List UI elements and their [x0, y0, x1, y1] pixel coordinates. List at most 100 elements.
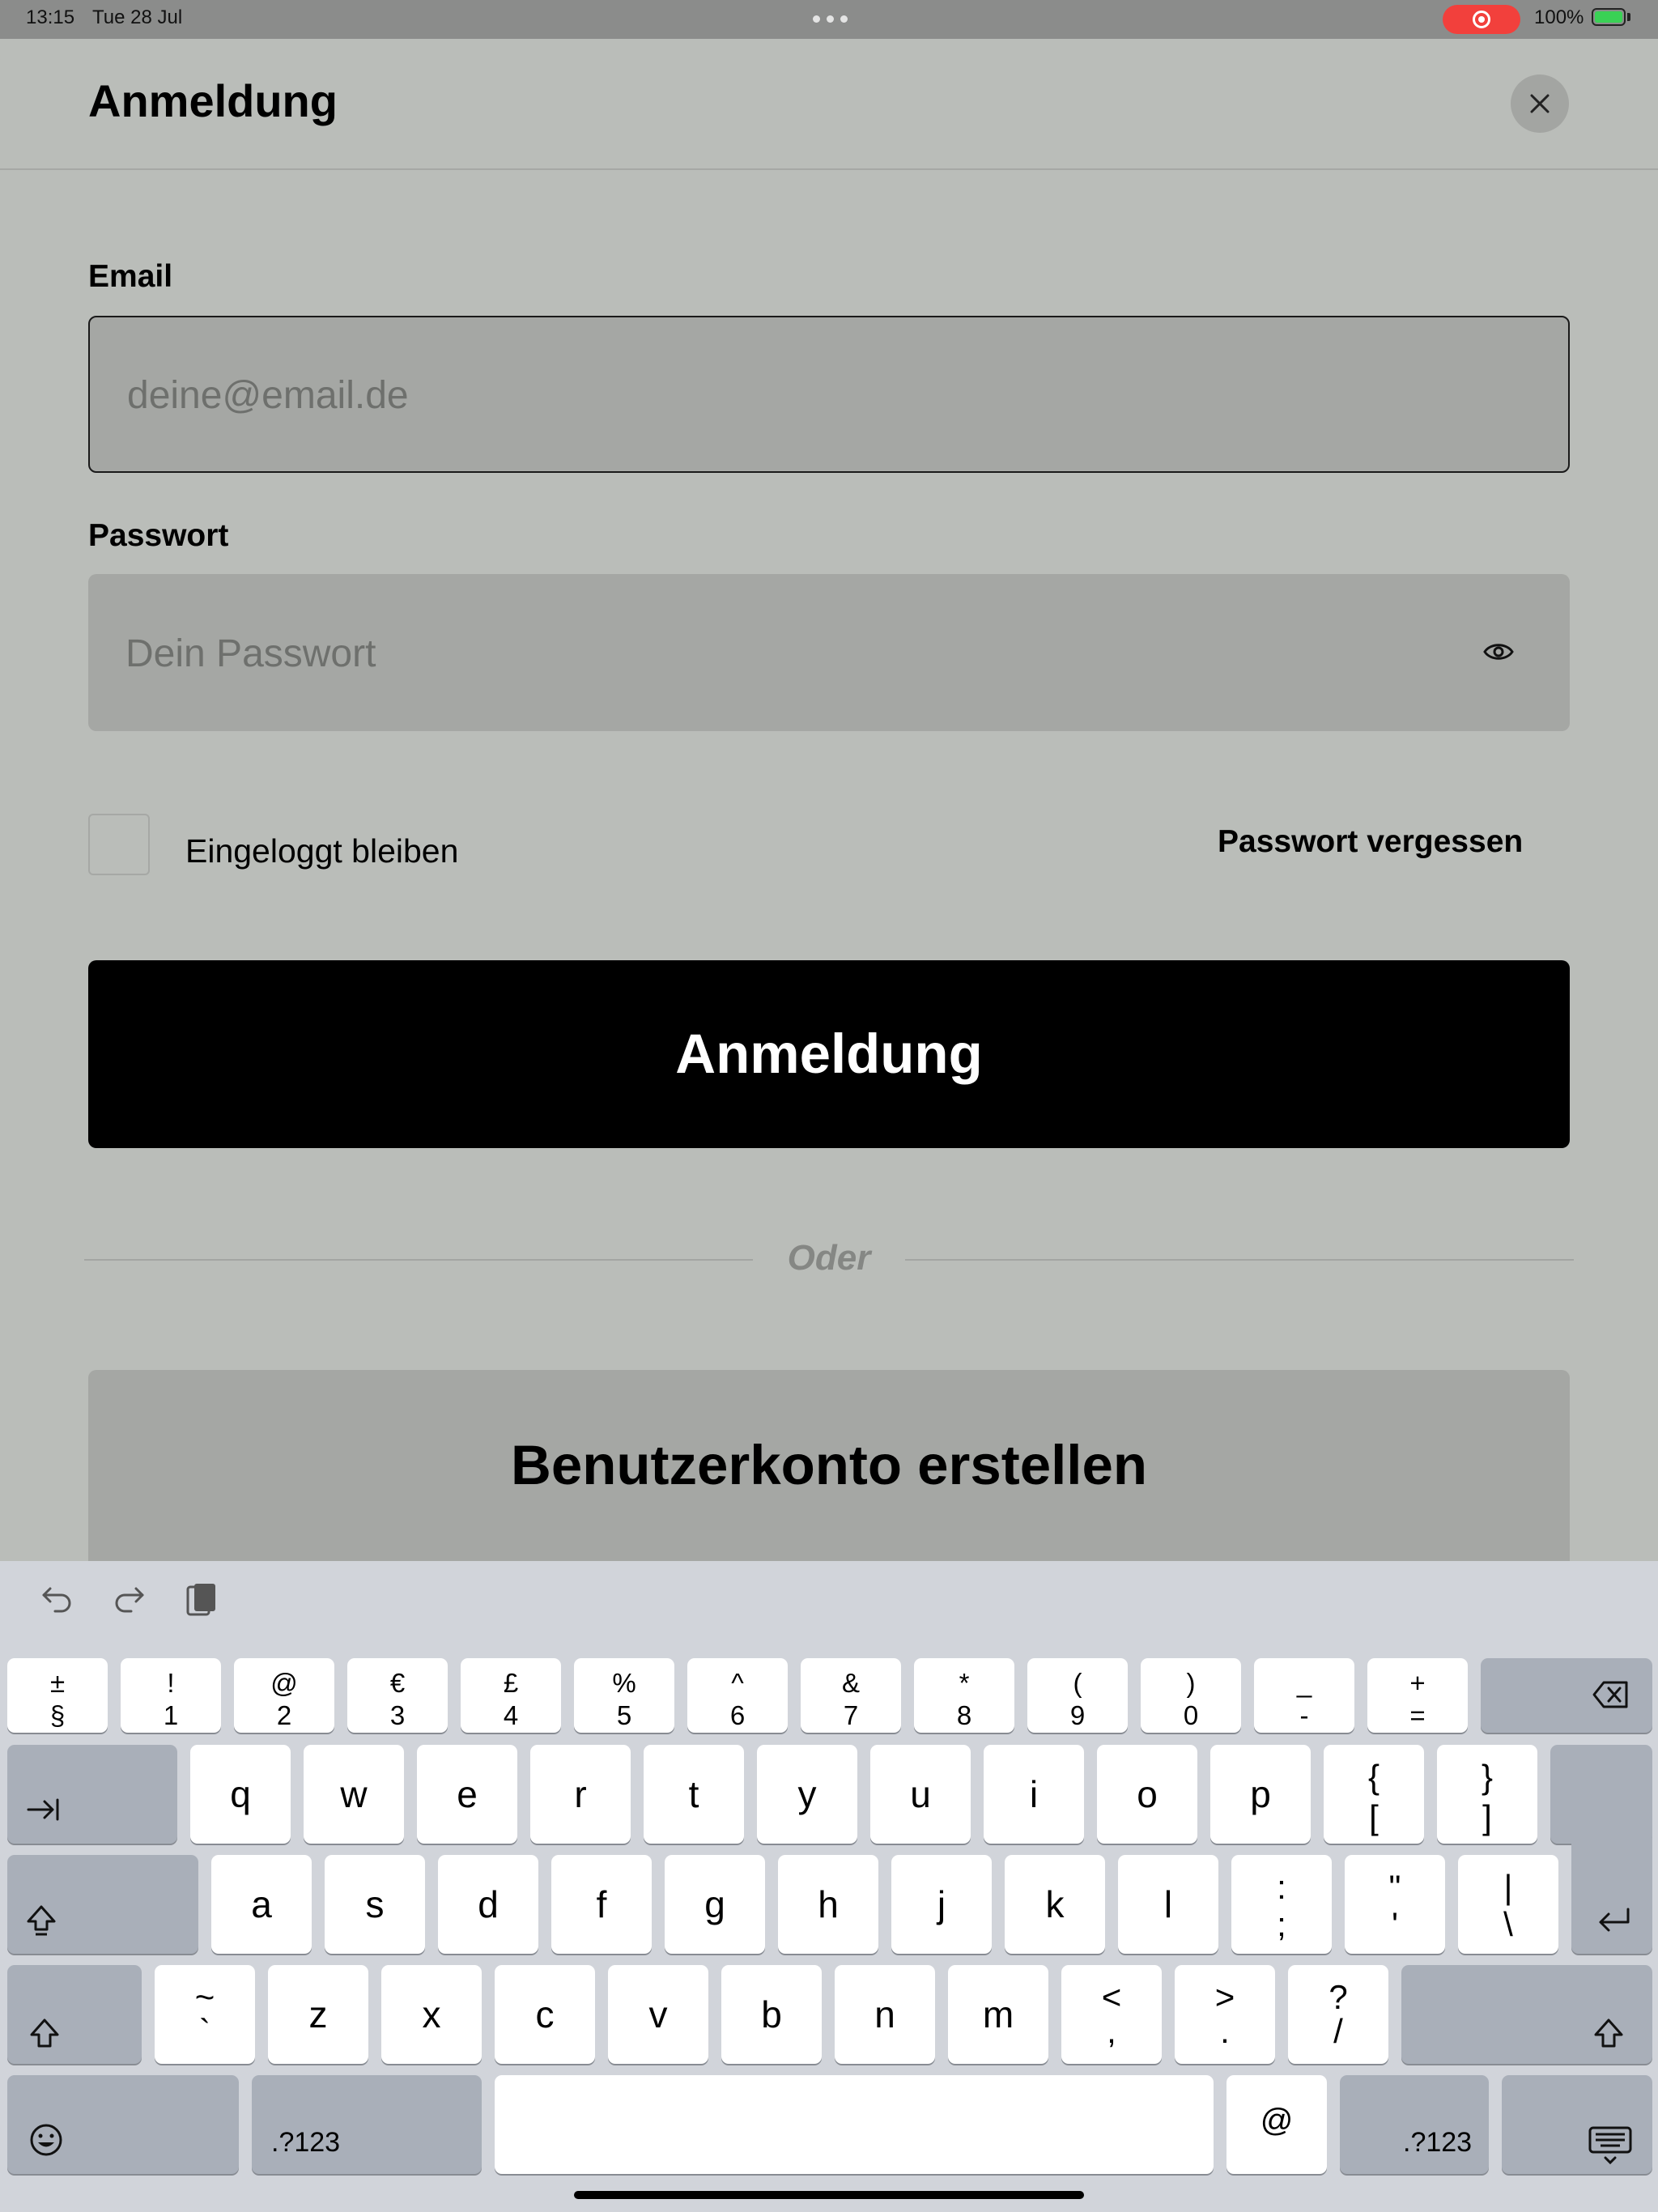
key-f[interactable]: f: [551, 1855, 652, 1954]
key-bottom-symbol: -: [1299, 1700, 1309, 1730]
key-semicolon[interactable]: :;: [1231, 1855, 1332, 1954]
key-at[interactable]: @: [1226, 2075, 1327, 2174]
key-o[interactable]: o: [1097, 1745, 1197, 1844]
key-quote[interactable]: " ': [1345, 1855, 1445, 1954]
key-d[interactable]: d: [438, 1855, 538, 1954]
key-z[interactable]: z: [268, 1965, 368, 2064]
key-top-symbol: +: [1409, 1668, 1426, 1698]
status-date: Tue 28 Jul: [92, 6, 183, 28]
key-v[interactable]: v: [608, 1965, 708, 2064]
key-7[interactable]: & 7: [801, 1658, 901, 1733]
key-s[interactable]: s: [325, 1855, 425, 1954]
key-letter: r: [574, 1773, 587, 1815]
key-n[interactable]: n: [835, 1965, 935, 2064]
shift-key-left[interactable]: [7, 1965, 142, 2064]
key-g[interactable]: g: [665, 1855, 765, 1954]
email-field[interactable]: [88, 316, 1570, 473]
key-plus-minus[interactable]: ± §: [7, 1658, 108, 1733]
tab-key[interactable]: [7, 1745, 177, 1844]
key-y[interactable]: y: [757, 1745, 857, 1844]
dismiss-keyboard-key[interactable]: [1502, 2075, 1652, 2174]
login-sheet: Anmeldung Email Passwort Eingeloggt blei…: [0, 39, 1658, 1561]
key-top-symbol: :: [1277, 1868, 1286, 1906]
key-tilde[interactable]: ~ `: [155, 1965, 255, 2064]
key-letter: s: [365, 1883, 385, 1925]
password-input[interactable]: [124, 574, 1463, 733]
create-account-button[interactable]: Benutzerkonto erstellen: [88, 1370, 1570, 1561]
key-x[interactable]: x: [381, 1965, 482, 2064]
key-t[interactable]: t: [644, 1745, 744, 1844]
key-i[interactable]: i: [984, 1745, 1084, 1844]
shift-icon: [1594, 2018, 1623, 2048]
caps-lock-key[interactable]: [7, 1855, 198, 1954]
key-slash[interactable]: ? /: [1288, 1965, 1388, 2064]
key-a[interactable]: a: [211, 1855, 312, 1954]
key-top-symbol: *: [959, 1668, 970, 1698]
key-letter: o: [1137, 1773, 1158, 1815]
key-letter: p: [1250, 1773, 1271, 1815]
email-input[interactable]: [125, 317, 1465, 473]
key-1[interactable]: ! 1: [121, 1658, 221, 1733]
numbers-key-left[interactable]: .?123: [252, 2075, 482, 2174]
key-comma[interactable]: <,: [1061, 1965, 1162, 2064]
key-top-symbol: ): [1186, 1668, 1196, 1698]
return-key[interactable]: [1571, 1838, 1652, 1954]
key-bottom-symbol: `: [199, 2012, 210, 2050]
key-letter: b: [761, 1993, 782, 2035]
numbers-key-right[interactable]: .?123: [1340, 2075, 1489, 2174]
status-bar: 13:15 Tue 28 Jul 100%: [0, 0, 1658, 39]
key-bracket-left[interactable]: {[: [1324, 1745, 1424, 1844]
screen-recording-indicator[interactable]: [1443, 5, 1520, 34]
key-backslash[interactable]: | \: [1458, 1855, 1558, 1954]
key-u[interactable]: u: [870, 1745, 971, 1844]
key-letter: d: [478, 1883, 499, 1925]
key-minus[interactable]: _ -: [1254, 1658, 1354, 1733]
key-e[interactable]: e: [417, 1745, 517, 1844]
key-9[interactable]: (9: [1027, 1658, 1128, 1733]
eye-icon[interactable]: [1482, 639, 1515, 665]
key-0[interactable]: ) 0: [1141, 1658, 1241, 1733]
undo-icon[interactable]: [39, 1580, 74, 1616]
redo-icon[interactable]: [112, 1580, 147, 1616]
space-bar[interactable]: [495, 2075, 1214, 2174]
key-l[interactable]: l: [1118, 1855, 1218, 1954]
forgot-password-link[interactable]: Passwort vergessen: [1218, 824, 1523, 860]
key-p[interactable]: p: [1210, 1745, 1311, 1844]
key-letter: j: [937, 1883, 946, 1925]
key-w[interactable]: w: [304, 1745, 404, 1844]
key-b[interactable]: b: [721, 1965, 822, 2064]
emoji-key[interactable]: [7, 2075, 239, 2174]
key-period[interactable]: >.: [1175, 1965, 1275, 2064]
key-h[interactable]: h: [778, 1855, 878, 1954]
return-icon: [1599, 1908, 1630, 1932]
key-k[interactable]: k: [1005, 1855, 1105, 1954]
backspace-key[interactable]: [1481, 1658, 1652, 1733]
key-bottom-symbol: .: [1220, 2012, 1230, 2050]
key-r[interactable]: r: [530, 1745, 631, 1844]
close-button[interactable]: [1511, 74, 1569, 133]
key-top-symbol: ?: [1329, 1978, 1348, 2016]
remember-checkbox[interactable]: [88, 814, 150, 875]
shift-key-right[interactable]: [1401, 1965, 1652, 2064]
key-c[interactable]: c: [495, 1965, 595, 2064]
paste-icon[interactable]: [183, 1580, 219, 1619]
home-indicator[interactable]: [574, 2191, 1084, 2199]
key-5[interactable]: % 5: [574, 1658, 674, 1733]
password-field[interactable]: [88, 574, 1570, 733]
key-2[interactable]: @2: [234, 1658, 334, 1733]
login-button[interactable]: Anmeldung: [88, 960, 1570, 1148]
key-6[interactable]: ^ 6: [687, 1658, 788, 1733]
key-bracket-right[interactable]: }]: [1437, 1745, 1537, 1844]
key-8[interactable]: * 8: [914, 1658, 1014, 1733]
key-equals[interactable]: + =: [1367, 1658, 1468, 1733]
key-q[interactable]: q: [190, 1745, 291, 1844]
key-4[interactable]: £4: [461, 1658, 561, 1733]
key-m[interactable]: m: [948, 1965, 1048, 2064]
divider-label: Oder: [787, 1238, 871, 1278]
multitasking-dots-icon[interactable]: [813, 15, 848, 23]
return-key-upper[interactable]: [1550, 1745, 1652, 1844]
key-top-symbol: !: [167, 1668, 175, 1698]
key-3[interactable]: €3: [347, 1658, 448, 1733]
key-j[interactable]: j: [891, 1855, 992, 1954]
key-top-symbol: €: [389, 1668, 406, 1698]
